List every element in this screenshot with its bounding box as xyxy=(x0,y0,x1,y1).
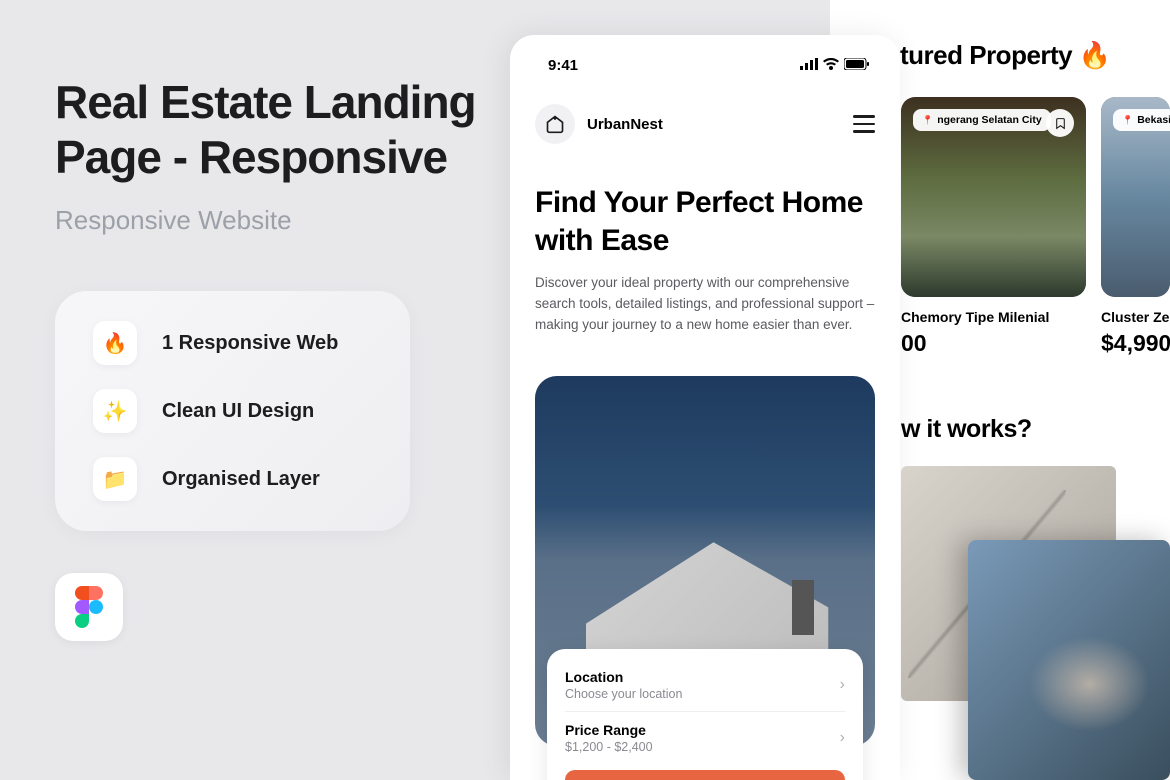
hero-description: Discover your ideal property with our co… xyxy=(535,273,875,336)
price-selector[interactable]: Price Range $1,200 - $2,400 › xyxy=(565,716,845,760)
price-label: Price Range xyxy=(565,722,653,738)
location-label: Location xyxy=(565,669,682,685)
gallery-image-handshake xyxy=(968,540,1170,780)
wifi-icon xyxy=(823,57,839,74)
feature-item: 🔥 1 Responsive Web xyxy=(93,321,372,365)
location-badge: ngerang Selatan City xyxy=(913,109,1051,131)
feature-item: ✨ Clean UI Design xyxy=(93,389,372,433)
property-card[interactable]: Bekasi Cluster Zei $4,990 xyxy=(1101,97,1170,357)
feature-label: 1 Responsive Web xyxy=(162,332,338,355)
brand[interactable]: UrbanNest xyxy=(535,104,663,144)
how-it-works-title: w it works? xyxy=(901,415,1032,444)
menu-button[interactable] xyxy=(853,115,875,133)
search-button[interactable]: Search Property xyxy=(565,770,845,780)
property-image: ngerang Selatan City xyxy=(901,97,1086,297)
phone-mockup: 9:41 UrbanNest Find Your Perfect Home wi… xyxy=(510,35,900,780)
location-value: Choose your location xyxy=(565,687,682,701)
location-selector[interactable]: Location Choose your location › xyxy=(565,663,845,707)
figma-icon xyxy=(55,573,123,641)
chevron-right-icon: › xyxy=(840,676,845,694)
property-name: Cluster Zei xyxy=(1101,309,1170,325)
property-name: Chemory Tipe Milenial xyxy=(901,309,1086,325)
featured-section-title: tured Property 🔥 xyxy=(900,40,1111,71)
property-image: Bekasi xyxy=(1101,97,1170,297)
feature-label: Organised Layer xyxy=(162,468,320,491)
status-bar: 9:41 xyxy=(510,35,900,84)
property-price: $4,990 xyxy=(1101,330,1170,357)
fire-icon: 🔥 xyxy=(93,321,137,365)
hero-title: Find Your Perfect Home with Ease xyxy=(535,184,875,259)
sparkle-icon: ✨ xyxy=(93,389,137,433)
feature-label: Clean UI Design xyxy=(162,400,314,423)
battery-icon xyxy=(844,57,870,74)
bookmark-button[interactable] xyxy=(1046,109,1074,137)
promo-title: Real Estate Landing Page - Responsive xyxy=(55,75,510,185)
signal-icon xyxy=(800,57,818,74)
status-time: 9:41 xyxy=(548,57,578,74)
property-card[interactable]: ngerang Selatan City Chemory Tipe Mileni… xyxy=(901,97,1086,357)
search-panel: Location Choose your location › Price Ra… xyxy=(547,649,863,780)
feature-item: 📁 Organised Layer xyxy=(93,457,372,501)
property-price: 00 xyxy=(901,330,1086,357)
chevron-right-icon: › xyxy=(840,729,845,747)
promo-subtitle: Responsive Website xyxy=(55,205,510,236)
feature-card: 🔥 1 Responsive Web ✨ Clean UI Design 📁 O… xyxy=(55,291,410,531)
home-icon xyxy=(535,104,575,144)
location-badge: Bekasi xyxy=(1113,109,1170,131)
price-value: $1,200 - $2,400 xyxy=(565,740,653,754)
brand-name: UrbanNest xyxy=(587,116,663,133)
folder-icon: 📁 xyxy=(93,457,137,501)
